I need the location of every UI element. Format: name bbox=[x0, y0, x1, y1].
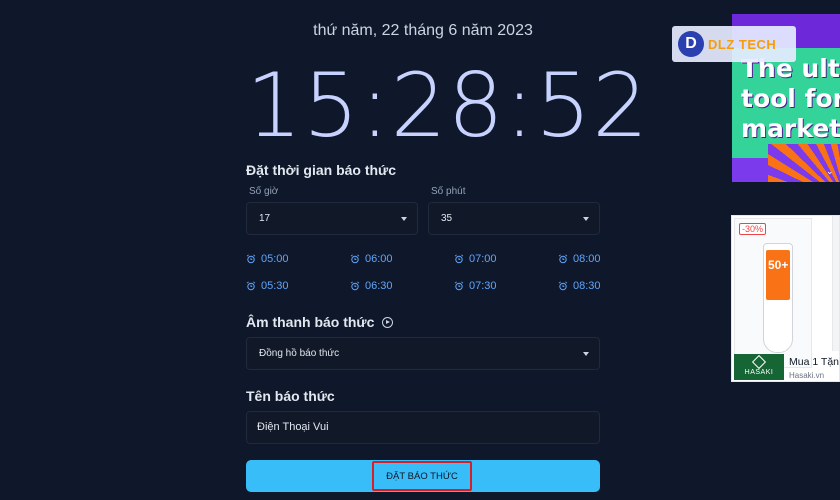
spf-text: 50+ bbox=[768, 258, 789, 272]
preset-time-label: 05:30 bbox=[261, 280, 289, 292]
ad-headline: The ulti tool for markete bbox=[741, 54, 840, 143]
chevron-down-icon bbox=[401, 217, 407, 221]
hour-label: Số giờ bbox=[249, 186, 279, 197]
alarm-clock-icon bbox=[350, 281, 360, 291]
alarm-clock-icon bbox=[246, 281, 256, 291]
play-icon[interactable] bbox=[382, 317, 394, 328]
preset-time-0730[interactable]: 07:30 bbox=[454, 280, 497, 292]
preset-time-label: 06:00 bbox=[365, 253, 393, 265]
set-alarm-button-label: ĐẶT BÁO THỨC bbox=[372, 461, 472, 491]
store-logo-text: HASAKI bbox=[744, 369, 774, 376]
alarm-clock-icon bbox=[454, 281, 464, 291]
hour-select[interactable]: 17 bbox=[246, 202, 418, 235]
ad-product-source: Hasaki.vn bbox=[789, 371, 825, 380]
alarm-name-heading: Tên báo thức bbox=[246, 388, 335, 404]
hour-select-value: 17 bbox=[259, 213, 271, 224]
logo-mark: D bbox=[678, 31, 704, 57]
alarm-clock-icon bbox=[350, 254, 360, 264]
discount-badge: -30% bbox=[739, 223, 767, 235]
preset-time-0500[interactable]: 05:00 bbox=[246, 253, 289, 265]
preset-time-label: 05:00 bbox=[261, 253, 289, 265]
ad-product-title: Mua 1 Tặng bbox=[789, 356, 840, 368]
preset-time-0700[interactable]: 07:00 bbox=[454, 253, 497, 265]
chevron-down-icon bbox=[583, 352, 589, 356]
preset-time-label: 07:00 bbox=[469, 253, 497, 265]
minute-label: Số phút bbox=[431, 186, 466, 197]
site-logo: D DLZ TECH bbox=[672, 26, 796, 62]
product-image: -30% 50+ bbox=[734, 218, 812, 368]
leaf-icon bbox=[751, 354, 767, 370]
alarm-clock-icon bbox=[454, 254, 464, 264]
preset-time-label: 06:30 bbox=[365, 280, 393, 292]
preset-time-0600[interactable]: 06:00 bbox=[350, 253, 393, 265]
alarm-time-heading: Đặt thời gian báo thức bbox=[246, 162, 396, 178]
minute-select[interactable]: 35 bbox=[428, 202, 600, 235]
preset-time-label: 08:00 bbox=[573, 253, 601, 265]
chevron-down-icon bbox=[583, 217, 589, 221]
minute-select-value: 35 bbox=[441, 213, 453, 224]
alarm-clock-icon bbox=[558, 254, 568, 264]
alarm-clock-icon bbox=[246, 254, 256, 264]
preset-time-0830[interactable]: 08:30 bbox=[558, 280, 601, 292]
store-logo: HASAKI bbox=[734, 354, 784, 380]
set-alarm-button[interactable]: ĐẶT BÁO THỨC bbox=[246, 460, 600, 492]
sunscreen-tube: 50+ bbox=[763, 243, 793, 353]
ad-chevron-icon[interactable]: ⌄ bbox=[826, 166, 834, 177]
preset-time-0800[interactable]: 08:00 bbox=[558, 253, 601, 265]
sound-select-value: Đồng hồ báo thức bbox=[259, 348, 340, 359]
preset-time-0630[interactable]: 06:30 bbox=[350, 280, 393, 292]
alarm-name-input[interactable]: Điện Thoại Vui bbox=[246, 411, 600, 444]
preset-time-label: 07:30 bbox=[469, 280, 497, 292]
clock-display: 15:28:52 bbox=[246, 54, 650, 157]
preset-time-label: 08:30 bbox=[573, 280, 601, 292]
logo-brand: DLZ TECH bbox=[708, 36, 777, 52]
alarm-clock-icon bbox=[558, 281, 568, 291]
alarm-sound-heading: Âm thanh báo thức bbox=[246, 314, 394, 330]
date-display: thứ năm, 22 tháng 6 năm 2023 bbox=[313, 22, 533, 39]
alarm-sound-title: Âm thanh báo thức bbox=[246, 314, 375, 330]
ad-banner-product[interactable]: -30% 50+ HASAKI Mua 1 Tặng Hasaki.vn bbox=[731, 215, 840, 382]
sound-select[interactable]: Đồng hồ báo thức bbox=[246, 337, 600, 370]
next-product-edge bbox=[832, 216, 839, 351]
preset-time-0530[interactable]: 05:30 bbox=[246, 280, 289, 292]
